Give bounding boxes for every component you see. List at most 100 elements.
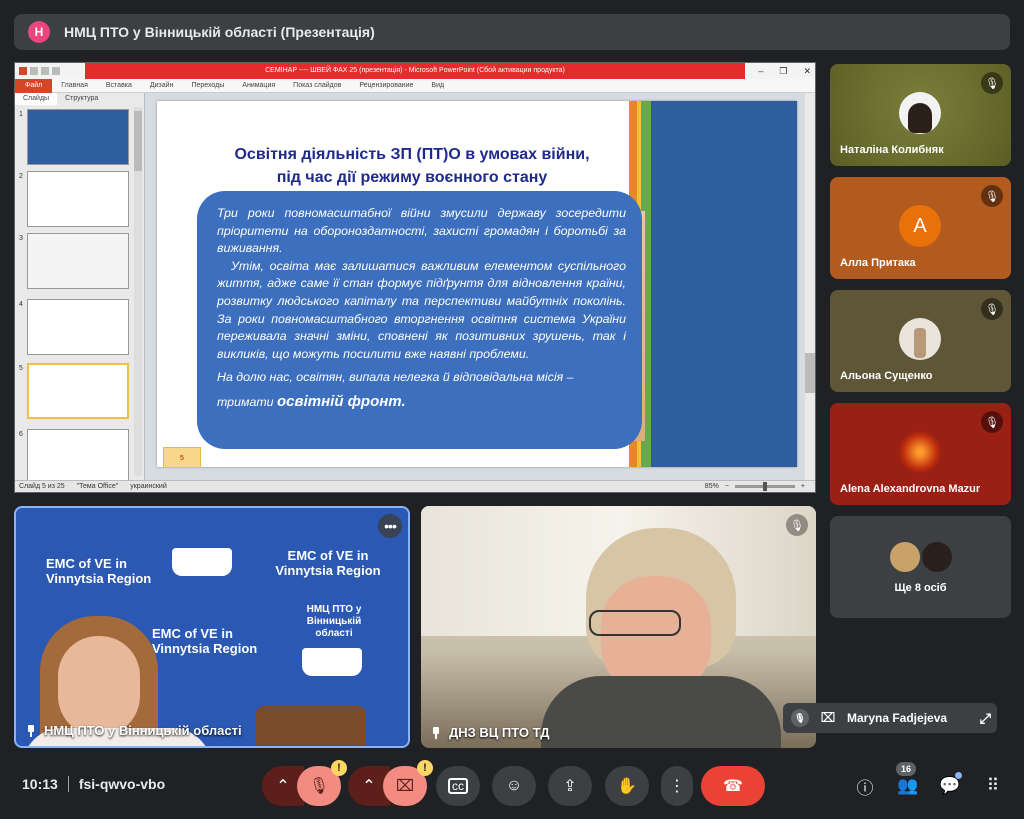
- slide-heading: Освітня діяльність ЗП (ПТ)О в умовах вій…: [187, 143, 637, 189]
- warning-icon: !: [331, 760, 347, 776]
- hand-icon: ✋: [617, 778, 637, 795]
- thumb-number: 6: [19, 431, 23, 438]
- redo-icon: [52, 67, 60, 75]
- meeting-details-button[interactable]: ⓘ: [851, 772, 879, 800]
- people-icon: 👥: [897, 776, 919, 795]
- chevron-up-icon: ⌃: [276, 778, 290, 795]
- thumb-number: 1: [19, 111, 23, 118]
- jacket-shape: [541, 676, 781, 748]
- slide-text-box: Три роки повномасштабної війни змусили д…: [197, 191, 642, 449]
- presentation-title: НМЦ ПТО у Вінницькій області (Презентаці…: [64, 24, 375, 40]
- notification-dot: [955, 772, 962, 779]
- ppt-body: Слайды Структура 1 2 3 4 5 6 Освітня дія…: [15, 93, 815, 485]
- ppt-title-bar: СЕМІНАР ---- ШВЕЙ ФАХ 25 (презентація) -…: [15, 63, 815, 79]
- slide-sticky-note: 5: [163, 447, 201, 467]
- apps-grid-icon: ⠿: [986, 776, 1000, 795]
- speaker-video: [22, 568, 212, 746]
- mic-off-icon: 🎙: [981, 185, 1003, 207]
- end-call-button[interactable]: ☎: [701, 766, 765, 806]
- chevron-up-icon: ⌃: [362, 778, 376, 795]
- participant-tile[interactable]: 🎙 Alena Alexandrovna Mazur: [830, 403, 1011, 505]
- status-slide-count: Слайд 5 из 25: [19, 483, 65, 490]
- video-tile[interactable]: EMC of VE in Vinnytsia Region EMC of VE …: [14, 506, 410, 748]
- phone-hangup-icon: ☎: [723, 778, 743, 795]
- video-tile-label: ДНЗ ВЦ ПТО ТД: [431, 725, 549, 740]
- slide-paragraph-1: Три роки повномасштабної війни змусили д…: [217, 206, 626, 256]
- slide-heading-line1: Освітня діяльність ЗП (ПТ)О в умовах вій…: [234, 146, 590, 163]
- zoom-control: 85% − +: [704, 482, 805, 491]
- slide-thumbnail: [27, 233, 129, 289]
- participant-avatar: [899, 92, 941, 134]
- participant-avatar: [888, 540, 922, 574]
- video-tile-name: ДНЗ ВЦ ПТО ТД: [449, 725, 550, 740]
- tab-slides: Слайды: [15, 93, 58, 105]
- ppt-menu-home: Главная: [61, 82, 88, 89]
- people-button[interactable]: 16 👥: [894, 762, 922, 800]
- participant-avatar: [920, 540, 954, 574]
- slide-scrollbar: [805, 93, 815, 480]
- reactions-button[interactable]: ☺: [492, 766, 536, 806]
- participant-tile[interactable]: 🎙 Альона Сущенко: [830, 290, 1011, 392]
- logo-book-icon: [302, 648, 362, 676]
- more-participants-tile[interactable]: Ще 8 осіб: [830, 516, 1011, 618]
- logo-book-icon: [172, 548, 232, 576]
- undo-icon: [41, 67, 49, 75]
- mic-off-icon: 🎙: [981, 72, 1003, 94]
- slide-thumbnail: [27, 429, 129, 485]
- meeting-code: fsi-qwvo-vbo: [78, 776, 166, 792]
- thumbnails-scrollbar: [134, 107, 142, 476]
- participant-avatar: A: [899, 205, 941, 247]
- pin-icon: [431, 726, 441, 739]
- restore-icon: ❐: [779, 65, 788, 76]
- quick-access-toolbar: [15, 67, 85, 75]
- slide-side-stripes: [629, 101, 797, 467]
- expand-icon[interactable]: ⤢: [980, 710, 991, 727]
- captions-icon: cc: [448, 778, 468, 794]
- present-screen-icon: ⇪: [563, 778, 577, 795]
- current-slide: Освітня діяльність ЗП (ПТ)О в умовах вій…: [157, 101, 797, 467]
- chat-icon: 💬: [939, 776, 961, 795]
- slide-heading-line2: під час дії режиму воєнного стану: [276, 169, 548, 186]
- zoom-level: 85%: [704, 483, 719, 490]
- presentation-bar: Н НМЦ ПТО у Вінницькій області (Презента…: [14, 14, 1010, 50]
- slide-editor: Освітня діяльність ЗП (ПТ)О в умовах вій…: [145, 93, 815, 480]
- ppt-menu-transitions: Переходы: [191, 82, 225, 89]
- participant-tile[interactable]: 🎙 A Алла Притака: [830, 177, 1011, 279]
- self-view-chip[interactable]: 🎙 ⌧ Maryna Fadjejeva ⤢: [783, 703, 997, 733]
- backdrop-text: EMC of VE in Vinnytsia Region: [275, 548, 381, 578]
- ppt-menu-file: Файл: [15, 78, 53, 93]
- close-icon: ✕: [803, 65, 811, 76]
- raise-hand-button[interactable]: ✋: [605, 766, 649, 806]
- video-tile[interactable]: 🎙 ДНЗ ВЦ ПТО ТД: [421, 506, 816, 748]
- participants-count-badge: 16: [896, 762, 916, 776]
- participant-tile[interactable]: 🎙 Наталіна Колибняк: [830, 64, 1011, 166]
- powerpoint-logo-icon: [19, 67, 27, 75]
- ppt-menu-insert: Вставка: [105, 82, 132, 89]
- activities-button[interactable]: ⠿: [979, 772, 1007, 800]
- ppt-menu-review: Рецензирование: [359, 82, 414, 89]
- participant-name: Наталіна Колибняк: [840, 144, 944, 156]
- more-vert-icon: ⋮: [669, 778, 685, 795]
- captions-button[interactable]: cc: [436, 766, 480, 806]
- zoom-slider: [734, 482, 795, 491]
- present-button[interactable]: ⇪: [548, 766, 592, 806]
- ppt-ribbon-tabs: Файл Главная Вставка Дизайн Переходы Ани…: [15, 78, 815, 93]
- chat-button[interactable]: 💬: [936, 772, 964, 800]
- slide-thumbnail: [27, 171, 129, 227]
- mic-toggle-button[interactable]: 🎙 !: [297, 760, 347, 806]
- self-view-name: Maryna Fadjejeva: [847, 711, 948, 725]
- emoji-icon: ☺: [505, 777, 523, 794]
- shared-screen[interactable]: СЕМІНАР ---- ШВЕЙ ФАХ 25 (презентація) -…: [14, 62, 816, 493]
- tab-outline: Структура: [65, 95, 99, 102]
- pin-icon: [26, 724, 36, 737]
- thumbnail-tabs: Слайды Структура: [15, 93, 144, 105]
- participant-avatar: [899, 318, 941, 360]
- more-options-button[interactable]: ⋮: [661, 766, 693, 806]
- slide-thumbnails-panel: Слайды Структура 1 2 3 4 5 6: [15, 93, 145, 485]
- more-options-icon[interactable]: •••: [378, 514, 402, 538]
- camera-toggle-button[interactable]: ⌧ !: [383, 760, 433, 806]
- participant-name: Alena Alexandrovna Mazur: [840, 483, 981, 495]
- meeting-info: 10:13 fsi-qwvo-vbo: [22, 776, 165, 792]
- backdrop-text: НМЦ ПТО у Вінницькій області: [306, 604, 362, 639]
- mic-off-icon: 🎙: [791, 709, 809, 727]
